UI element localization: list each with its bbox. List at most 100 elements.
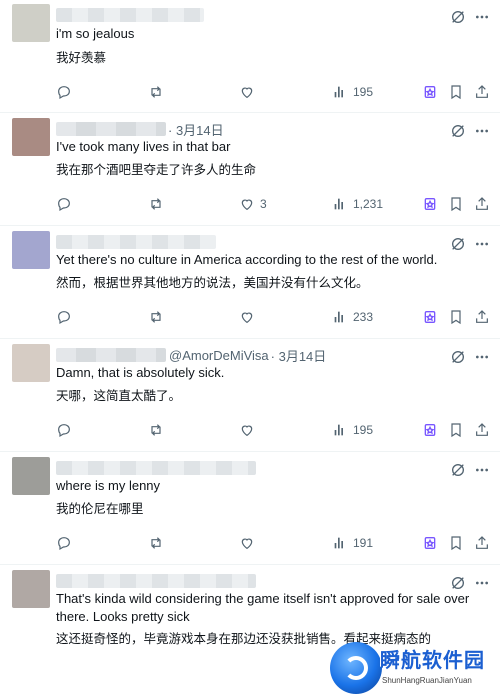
bookmark-button[interactable] — [448, 308, 464, 326]
reply-item[interactable]: · 3月14日 I've took many lives in that bar… — [0, 113, 500, 226]
action-bar: 191 — [56, 534, 492, 552]
avatar[interactable] — [12, 231, 50, 269]
grok-icon[interactable] — [450, 9, 466, 25]
grok-icon — [424, 198, 436, 210]
grok-icon[interactable] — [450, 123, 466, 139]
more-icon[interactable] — [474, 575, 490, 591]
more-icon[interactable] — [474, 9, 490, 25]
bookmark-icon — [451, 310, 461, 325]
repost-button[interactable] — [148, 195, 164, 213]
views-button[interactable]: 1,231 — [332, 195, 383, 213]
blurred-username — [56, 461, 256, 475]
reply-text: Damn, that is absolutely sick. — [56, 365, 225, 380]
reply-item[interactable]: @AmorDeMiVisa · 3月14日 Damn, that is abso… — [0, 339, 500, 452]
repost-button[interactable] — [148, 534, 164, 552]
reply-translation: 我的伦尼在哪里 — [56, 501, 144, 516]
like-button[interactable] — [239, 308, 260, 326]
reply-header — [56, 573, 488, 589]
like-button[interactable] — [239, 534, 260, 552]
reply-text: i'm so jealous — [56, 26, 135, 41]
action-bar: 3 1,231 — [56, 195, 492, 213]
grok-icon — [424, 424, 436, 436]
grok-icon[interactable] — [450, 462, 466, 478]
views-button[interactable]: 195 — [332, 83, 373, 101]
more-icon[interactable] — [474, 349, 490, 365]
like-button[interactable] — [239, 83, 260, 101]
reply-icon — [58, 424, 70, 438]
view-count: 191 — [353, 536, 374, 550]
views-button[interactable]: 191 — [332, 534, 373, 552]
avatar[interactable] — [12, 457, 50, 495]
reply-date[interactable]: · 3月14日 — [168, 120, 224, 139]
reply-text: I've took many lives in that bar — [56, 139, 231, 154]
reply-translation: 天哪，这简直太酷了。 — [56, 388, 182, 403]
more-icon[interactable] — [474, 123, 490, 139]
grok-button[interactable] — [422, 534, 438, 552]
heart-icon — [241, 87, 253, 99]
reply-translation: 我在那个酒吧里夺走了许多人的生命 — [56, 162, 257, 177]
reply-item[interactable]: where is my lenny 我的伦尼在哪里 191 — [0, 452, 500, 565]
share-button[interactable] — [474, 83, 490, 101]
reply-header: @AmorDeMiVisa · 3月14日 — [56, 346, 488, 365]
action-bar: 195 — [56, 83, 492, 101]
repost-button[interactable] — [148, 308, 164, 326]
grok-button[interactable] — [422, 195, 438, 213]
reply-icon — [58, 198, 70, 212]
share-button[interactable] — [474, 195, 490, 213]
share-button[interactable] — [474, 308, 490, 326]
blurred-username — [56, 122, 166, 136]
view-count: 195 — [353, 85, 374, 99]
watermark-logo: 瞬航软件园 ShunHangRuanJianYuan — [330, 640, 500, 700]
repost-icon — [151, 311, 161, 323]
avatar[interactable] — [12, 344, 50, 382]
grok-icon[interactable] — [450, 349, 466, 365]
reply-icon — [58, 537, 70, 551]
grok-icon[interactable] — [450, 575, 466, 591]
bookmark-icon — [451, 423, 461, 438]
heart-icon — [241, 312, 253, 324]
like-button[interactable]: 3 — [239, 195, 267, 213]
views-chart-icon — [334, 537, 343, 549]
grok-button[interactable] — [422, 421, 438, 439]
views-button[interactable]: 195 — [332, 421, 373, 439]
grok-icon[interactable] — [450, 236, 466, 252]
reply-handle[interactable]: @AmorDeMiVisa — [169, 348, 269, 363]
more-icon[interactable] — [474, 462, 490, 478]
views-button[interactable]: 233 — [332, 308, 373, 326]
repost-icon — [151, 424, 161, 436]
share-button[interactable] — [474, 421, 490, 439]
replies-feed: i'm so jealous 我好羡慕 195 · 3月14日 I've too… — [0, 0, 500, 700]
reply-button[interactable] — [56, 83, 72, 101]
bookmark-button[interactable] — [448, 421, 464, 439]
reply-date[interactable]: · 3月14日 — [271, 346, 327, 365]
bookmark-button[interactable] — [448, 534, 464, 552]
reply-icon — [58, 86, 70, 100]
avatar[interactable] — [12, 118, 50, 156]
more-icon[interactable] — [474, 236, 490, 252]
action-bar: 233 — [56, 308, 492, 326]
reply-item[interactable]: i'm so jealous 我好羡慕 195 — [0, 0, 500, 113]
reply-button[interactable] — [56, 534, 72, 552]
like-button[interactable] — [239, 421, 260, 439]
reply-text: That's kinda wild considering the game i… — [56, 591, 470, 624]
bookmark-button[interactable] — [448, 83, 464, 101]
reply-button[interactable] — [56, 195, 72, 213]
reply-item[interactable]: Yet there's no culture in America accord… — [0, 226, 500, 339]
bookmark-icon — [451, 197, 461, 212]
share-button[interactable] — [474, 534, 490, 552]
repost-button[interactable] — [148, 83, 164, 101]
repost-icon — [151, 86, 161, 98]
blurred-username — [56, 574, 256, 588]
repost-button[interactable] — [148, 421, 164, 439]
blurred-username — [56, 235, 216, 249]
grok-button[interactable] — [422, 308, 438, 326]
views-chart-icon — [334, 86, 343, 98]
avatar[interactable] — [12, 4, 50, 42]
reply-button[interactable] — [56, 308, 72, 326]
bookmark-button[interactable] — [448, 195, 464, 213]
avatar[interactable] — [12, 570, 50, 608]
grok-button[interactable] — [422, 83, 438, 101]
reply-button[interactable] — [56, 421, 72, 439]
repost-icon — [151, 198, 161, 210]
blurred-username — [56, 348, 166, 362]
